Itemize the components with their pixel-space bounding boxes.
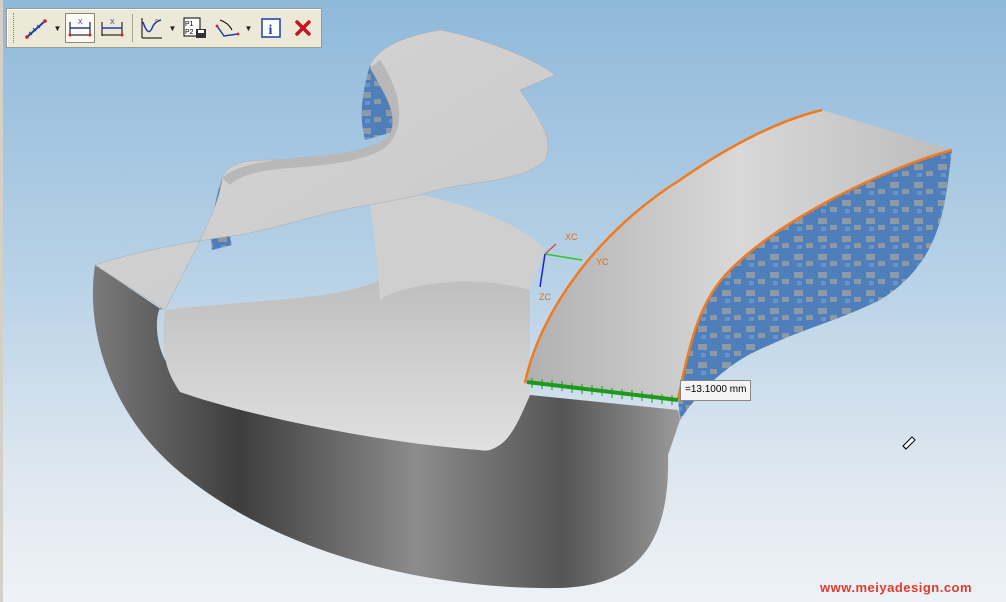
curve-analysis-button[interactable]: F <box>136 13 166 43</box>
horizontal-dimension-icon: X <box>68 19 92 37</box>
3d-viewport[interactable]: XC YC ZC =13.1000 mm www.meiyadesign.com <box>0 0 1006 602</box>
toolbar-grip[interactable] <box>13 13 17 43</box>
horizontal-dimension-alt-icon: X <box>101 19 124 37</box>
svg-text:P2: P2 <box>185 29 194 36</box>
toolbar-separator <box>132 14 133 42</box>
axis-x-line <box>544 243 557 255</box>
information-button[interactable]: i <box>256 13 286 43</box>
measure-distance-dropdown[interactable]: ▼ <box>53 13 62 43</box>
axis-z-label: ZC <box>539 292 551 302</box>
curve-analysis-dropdown[interactable]: ▼ <box>168 13 177 43</box>
svg-text:X: X <box>78 19 83 26</box>
angle-measure-button[interactable] <box>212 13 242 43</box>
model-view[interactable] <box>0 0 1006 602</box>
p1-p2-icon: P1 P2 <box>183 17 206 38</box>
angle-dimension-icon <box>215 19 240 37</box>
measure-distance-button[interactable] <box>21 13 51 43</box>
measurement-label[interactable]: =13.1000 mm <box>680 380 752 401</box>
measure-toolbar: ▼ X X F ▼ P1 P2 ▼ i <box>6 8 322 48</box>
svg-text:P1: P1 <box>185 21 194 28</box>
watermark-text: www.meiyadesign.com <box>820 580 973 595</box>
close-button[interactable] <box>288 13 318 43</box>
info-icon: i <box>261 18 281 38</box>
horizontal-dimension-alt-button[interactable]: X <box>97 13 127 43</box>
window-frame-left <box>0 0 3 602</box>
svg-text:i: i <box>269 23 273 38</box>
curve-graph-icon: F <box>141 18 162 39</box>
close-icon <box>295 20 311 36</box>
angle-measure-dropdown[interactable]: ▼ <box>244 13 253 43</box>
horizontal-dimension-button[interactable]: X <box>65 13 95 43</box>
point-to-point-button[interactable]: P1 P2 <box>180 13 210 43</box>
axis-x-label: XC <box>565 232 578 242</box>
svg-text:X: X <box>110 19 115 26</box>
axis-y-line <box>544 253 583 261</box>
svg-text:F: F <box>155 20 159 26</box>
axis-y-label: YC <box>596 257 609 267</box>
ruler-diagonal-icon <box>25 19 47 39</box>
